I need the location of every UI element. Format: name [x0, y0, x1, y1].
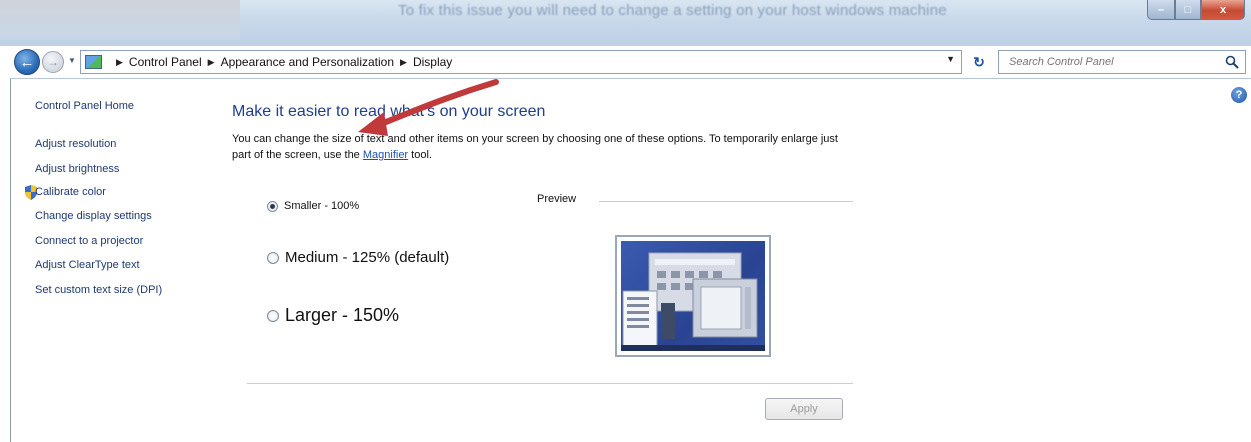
title-bar-shade	[0, 0, 240, 40]
radio-smaller[interactable]	[267, 200, 278, 212]
search-icon[interactable]	[1225, 55, 1239, 69]
forward-arrow-icon: →	[47, 55, 59, 69]
overlay-caption: To fix this issue you will need to chang…	[398, 2, 947, 19]
preview-windows-illustration	[621, 252, 765, 351]
option-larger[interactable]: Larger - 150%	[267, 305, 399, 326]
forward-button[interactable]: →	[42, 51, 64, 73]
preview-screen	[621, 241, 765, 351]
search-input[interactable]	[1009, 52, 1219, 72]
sidebar-calibrate-color[interactable]: Calibrate color	[35, 186, 106, 198]
radio-medium[interactable]	[267, 251, 279, 264]
breadcrumb-control-panel[interactable]: Control Panel	[129, 55, 202, 69]
back-button[interactable]: ←	[14, 49, 40, 75]
sidebar-adjust-cleartype[interactable]: Adjust ClearType text	[35, 259, 140, 271]
address-bar[interactable]: ▶ Control Panel ▶ Appearance and Persona…	[80, 50, 962, 74]
annotation-arrow-icon	[358, 79, 499, 136]
chevron-right-icon[interactable]: ▶	[208, 57, 215, 68]
minimize-button[interactable]: –	[1147, 0, 1175, 20]
sidebar-control-panel-home[interactable]: Control Panel Home	[35, 100, 134, 112]
option-larger-label[interactable]: Larger - 150%	[285, 305, 399, 326]
breadcrumb-display[interactable]: Display	[413, 55, 452, 69]
sidebar-adjust-resolution[interactable]: Adjust resolution	[35, 138, 116, 150]
section-divider	[247, 383, 853, 384]
option-medium-label[interactable]: Medium - 125% (default)	[285, 249, 449, 266]
radio-larger[interactable]	[267, 309, 279, 322]
window-controls: – □ x	[1147, 0, 1245, 22]
title-bar[interactable]: To fix this issue you will need to chang…	[0, 0, 1251, 46]
refresh-button[interactable]: ↻	[966, 50, 992, 74]
option-medium[interactable]: Medium - 125% (default)	[267, 249, 449, 266]
content-area: ? Control Panel Home Adjust resolution A…	[10, 78, 1251, 442]
recent-pages-dropdown[interactable]: ▼	[68, 56, 76, 65]
preview-divider	[599, 201, 853, 202]
sidebar-change-display-settings[interactable]: Change display settings	[35, 210, 152, 222]
description-tail: tool.	[408, 149, 432, 161]
preview-image	[615, 235, 771, 357]
breadcrumb-appearance[interactable]: Appearance and Personalization	[221, 55, 394, 69]
apply-button[interactable]: Apply	[765, 398, 843, 420]
refresh-icon: ↻	[973, 53, 985, 70]
back-arrow-icon: ←	[19, 53, 35, 71]
option-smaller-label[interactable]: Smaller - 100%	[284, 200, 359, 212]
control-panel-icon	[85, 55, 102, 69]
close-button[interactable]: x	[1201, 0, 1245, 20]
sidebar-adjust-brightness[interactable]: Adjust brightness	[35, 163, 119, 175]
preview-label: Preview	[537, 193, 577, 205]
sidebar-connect-projector[interactable]: Connect to a projector	[35, 235, 143, 247]
magnifier-link[interactable]: Magnifier	[363, 149, 408, 161]
window: To fix this issue you will need to chang…	[0, 0, 1251, 442]
chevron-right-icon[interactable]: ▶	[400, 57, 407, 68]
sidebar-custom-text-size[interactable]: Set custom text size (DPI)	[35, 284, 162, 296]
maximize-button[interactable]: □	[1175, 0, 1201, 20]
sidebar: Control Panel Home Adjust resolution Adj…	[11, 79, 226, 442]
help-icon[interactable]: ?	[1231, 87, 1247, 103]
address-dropdown-icon[interactable]: ▼	[946, 54, 955, 64]
chevron-right-icon[interactable]: ▶	[116, 57, 123, 68]
option-smaller[interactable]: Smaller - 100%	[267, 200, 359, 212]
search-box[interactable]	[998, 50, 1246, 74]
